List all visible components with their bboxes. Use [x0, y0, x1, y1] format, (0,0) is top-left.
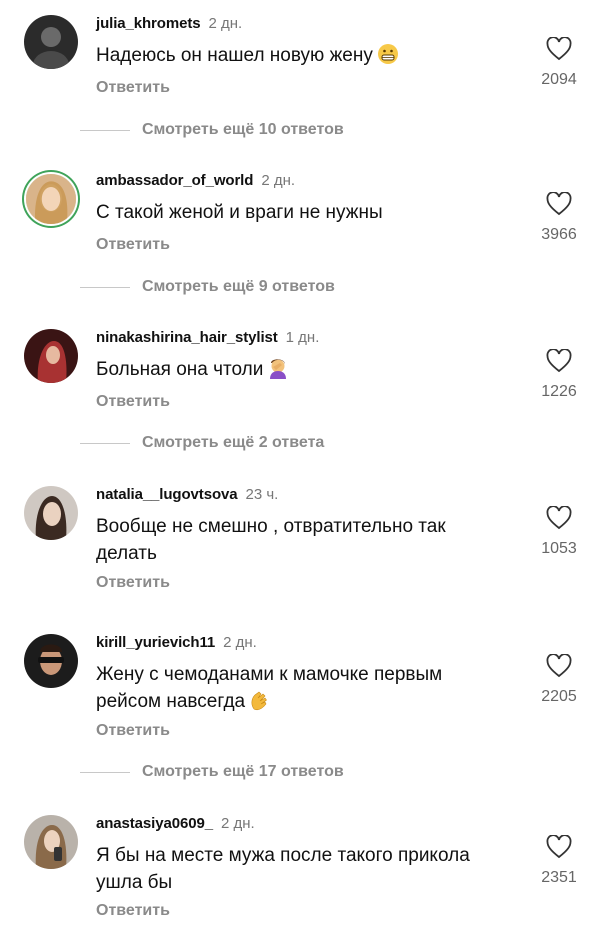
facepalm-icon: [270, 359, 287, 379]
like-count: 2094: [541, 71, 577, 88]
view-more-replies-label: Смотреть ещё 9 ответов: [142, 278, 335, 295]
like-count: 2351: [541, 869, 577, 886]
reply-button[interactable]: Ответить: [96, 79, 170, 97]
view-more-replies-label: Смотреть ещё 10 ответов: [142, 121, 344, 138]
username[interactable]: julia_khromets: [96, 15, 201, 32]
reply-button[interactable]: Ответить: [96, 393, 170, 411]
timestamp: 2 дн.: [261, 172, 296, 189]
like-count: 3966: [541, 226, 577, 243]
comment-meta: natalia__lugovtsova 23 ч.: [96, 486, 278, 504]
username[interactable]: ambassador_of_world: [96, 172, 253, 189]
username[interactable]: ninakashirina_hair_stylist: [96, 329, 278, 346]
grinning-face-icon: [377, 44, 398, 64]
clapping-hands-icon: [251, 691, 268, 711]
view-more-replies[interactable]: Смотреть ещё 10 ответов: [80, 120, 344, 140]
comment-text: Вообще не смешно , отвратительно так дел…: [96, 513, 496, 567]
timestamp: 1 дн.: [285, 329, 320, 346]
comment-text: С такой женой и враги не нужны: [96, 199, 496, 226]
divider-line: [80, 771, 130, 773]
heart-icon[interactable]: [546, 654, 572, 678]
comment-meta: kirill_yurievich11 2 дн.: [96, 634, 257, 652]
heart-icon[interactable]: [546, 37, 572, 61]
comment-body: Больная она чтоли: [96, 359, 264, 380]
comment-meta: anastasiya0609_ 2 дн.: [96, 815, 255, 833]
comment-body: С такой женой и враги не нужны: [96, 202, 383, 223]
avatar[interactable]: [26, 174, 76, 224]
like-control: 2094: [530, 37, 588, 89]
comment-meta: julia_khromets 2 дн.: [96, 15, 242, 33]
like-control: 1226: [530, 349, 588, 401]
like-count: 1053: [541, 540, 577, 557]
comment-text: Жену с чемоданами к мамочке первым рейсо…: [96, 661, 496, 715]
comment-body: Вообще не смешно , отвратительно так дел…: [96, 516, 446, 564]
heart-icon[interactable]: [546, 192, 572, 216]
view-more-replies[interactable]: Смотреть ещё 9 ответов: [80, 277, 335, 297]
divider-line: [80, 286, 130, 288]
heart-icon[interactable]: [546, 506, 572, 530]
comment-text: Больная она чтоли: [96, 356, 496, 383]
comment-body: Надеюсь он нашел новую жену: [96, 45, 373, 66]
timestamp: 2 дн.: [208, 15, 243, 32]
reply-button[interactable]: Ответить: [96, 722, 170, 740]
like-control: 2205: [530, 654, 588, 706]
timestamp: 2 дн.: [223, 634, 257, 651]
avatar[interactable]: [24, 634, 78, 688]
timestamp: 23 ч.: [245, 486, 279, 503]
view-more-replies-label: Смотреть ещё 17 ответов: [142, 763, 344, 780]
like-control: 2351: [530, 835, 588, 887]
comment-text: Я бы на месте мужа после такого прикола …: [96, 842, 496, 896]
timestamp: 2 дн.: [220, 815, 255, 832]
avatar[interactable]: [24, 486, 78, 540]
username[interactable]: natalia__lugovtsova: [96, 486, 238, 503]
comment-meta: ambassador_of_world 2 дн.: [96, 172, 295, 190]
view-more-replies-label: Смотреть ещё 2 ответа: [142, 434, 325, 451]
like-control: 3966: [530, 192, 588, 244]
avatar[interactable]: [24, 329, 78, 383]
view-more-replies[interactable]: Смотреть ещё 2 ответа: [80, 433, 324, 453]
divider-line: [80, 129, 130, 131]
reply-button[interactable]: Ответить: [96, 902, 170, 920]
reply-button[interactable]: Ответить: [96, 574, 170, 592]
heart-icon[interactable]: [546, 349, 572, 373]
divider-line: [80, 442, 130, 444]
reply-button[interactable]: Ответить: [96, 236, 170, 254]
username[interactable]: kirill_yurievich11: [96, 634, 215, 651]
like-control: 1053: [530, 506, 588, 558]
heart-icon[interactable]: [546, 835, 572, 859]
view-more-replies[interactable]: Смотреть ещё 17 ответов: [80, 762, 344, 782]
like-count: 1226: [541, 383, 577, 400]
avatar[interactable]: [24, 815, 78, 869]
comment-text: Надеюсь он нашел новую жену: [96, 42, 496, 69]
comment-meta: ninakashirina_hair_stylist 1 дн.: [96, 329, 319, 347]
avatar[interactable]: [24, 15, 78, 69]
username[interactable]: anastasiya0609_: [96, 815, 213, 832]
comments-feed: julia_khromets 2 дн. Надеюсь он нашел нов…: [0, 0, 600, 935]
comment-body: Я бы на месте мужа после такого прикола …: [96, 845, 470, 893]
like-count: 2205: [541, 688, 577, 705]
